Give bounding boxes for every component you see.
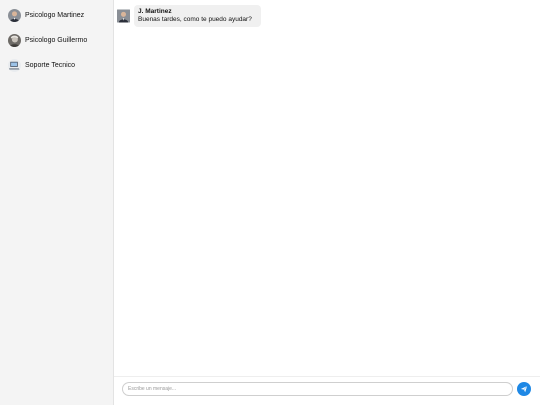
message-sender: J. Martinez <box>138 8 172 15</box>
elder-man-photo-avatar <box>8 33 21 47</box>
chat-panel: J. Martinez Buenas tardes, como te puedo… <box>114 0 540 405</box>
paper-plane-icon <box>520 385 528 393</box>
contact-item-psicologo-guillermo[interactable]: Psicologo Guillermo <box>8 32 87 48</box>
man-photo-avatar <box>8 8 21 22</box>
send-button[interactable] <box>517 382 531 396</box>
contact-name: Soporte Tecnico <box>25 61 76 69</box>
computer-photo-avatar <box>8 58 21 72</box>
contact-name: Psicologo Martinez <box>25 11 85 19</box>
message-input[interactable] <box>122 382 513 396</box>
man-photo-avatar <box>117 9 130 23</box>
contact-name: Psicologo Guillermo <box>25 36 88 44</box>
contact-item-psicologo-martinez[interactable]: Psicologo Martinez <box>8 7 84 23</box>
message-bubble: J. Martinez Buenas tardes, como te puedo… <box>134 5 261 27</box>
message-text: Buenas tardes, como te puedo ayudar? <box>138 15 252 23</box>
contacts-sidebar: Psicologo Martinez Psicologo Guillermo S… <box>0 0 114 405</box>
contact-item-soporte-tecnico[interactable]: Soporte Tecnico <box>8 57 75 73</box>
message-input-bar <box>114 376 540 405</box>
